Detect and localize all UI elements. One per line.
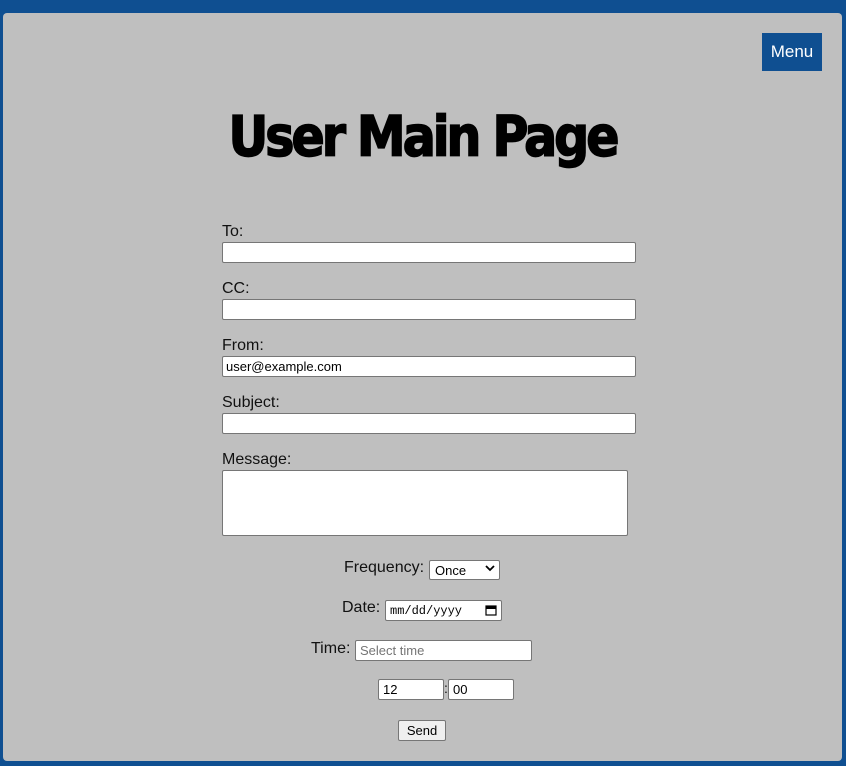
send-button[interactable]: Send [398, 720, 446, 741]
time-label: Time: [311, 640, 351, 657]
chevron-down-icon [485, 563, 495, 576]
subject-field[interactable] [222, 413, 636, 434]
frequency-select[interactable]: Once [429, 560, 500, 580]
cc-label: CC: [222, 280, 250, 297]
hour-field[interactable]: 12 [378, 679, 444, 700]
to-label: To: [222, 223, 244, 240]
cc-field[interactable] [222, 299, 636, 320]
date-placeholder: mm/dd/yyyy [390, 603, 463, 618]
date-label: Date: [342, 599, 381, 616]
subject-label: Subject: [222, 394, 280, 411]
calendar-icon[interactable] [485, 604, 497, 616]
menu-button[interactable]: Menu [762, 33, 822, 71]
message-label: Message: [222, 451, 292, 468]
from-label: From: [222, 337, 264, 354]
date-field[interactable]: mm/dd/yyyy [385, 600, 502, 621]
page-title: User Main Page [228, 104, 620, 170]
frequency-label: Frequency: [344, 559, 425, 576]
message-field[interactable] [222, 470, 628, 536]
to-field[interactable] [222, 242, 636, 263]
time-field[interactable]: Select time [355, 640, 532, 661]
main-panel: Menu User Main Page To: CC: From: user@e… [3, 13, 842, 761]
frequency-selected-value: Once [435, 562, 467, 578]
minute-field[interactable]: 00 [448, 679, 514, 700]
from-field[interactable]: user@example.com [222, 356, 636, 377]
